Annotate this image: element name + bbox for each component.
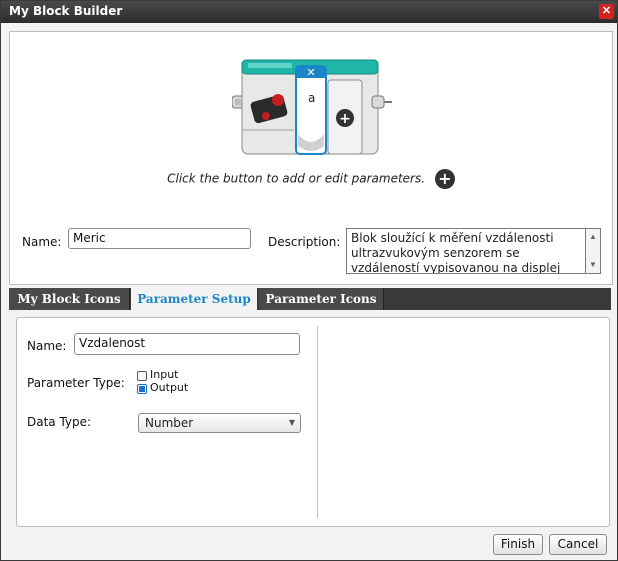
output-option-label: Output [150,381,189,394]
hint-text: Click the button to add or edit paramete… [167,171,426,186]
finish-button[interactable]: Finish [493,534,543,555]
parameter-name-label: Name: [27,339,67,353]
description-label: Description: [268,235,341,249]
chevron-down-icon: ▼ [288,418,295,427]
data-type-label: Data Type: [27,415,92,429]
name-label: Name: [22,235,62,249]
output-connector-icon [371,95,392,109]
data-type-value: Number [145,416,194,430]
tab-bar: My Block Icons Parameter Setup Parameter… [9,288,611,310]
add-parameter-slot: + [327,79,363,155]
data-type-select[interactable]: Number ▼ [138,413,301,433]
panel-divider [317,326,318,518]
svg-text:✕: ✕ [306,66,315,79]
scroll-up-icon[interactable]: ▲ [586,230,600,244]
parameter-name-input[interactable]: Vzdalenost [74,333,300,355]
output-checkbox[interactable] [137,384,147,394]
parameter-type-label: Parameter Type: [27,376,125,390]
parameter-slot-selected: ✕ [295,65,327,155]
close-button[interactable]: ✕ [599,4,614,19]
scroll-down-icon[interactable]: ▼ [586,258,600,272]
title-bar: My Block Builder ✕ [1,1,617,23]
tab-my-block-icons[interactable]: My Block Icons [9,288,130,310]
my-block-builder-dialog: My Block Builder ✕ ✕ + a Click the butto… [0,0,618,561]
tab-parameter-setup[interactable]: Parameter Setup [131,288,257,310]
block-parameter-label: a [308,91,316,105]
cancel-button[interactable]: Cancel [549,534,607,555]
block-preview-area: ✕ + a Click the button to add or edit pa… [9,31,613,285]
add-parameter-button[interactable]: + [434,169,455,189]
parameter-setup-panel: Name: Vzdalenost Parameter Type: Input O… [16,317,610,527]
window-title: My Block Builder [9,4,123,18]
block-name-input[interactable]: Meric [68,228,251,249]
input-checkbox[interactable] [137,371,147,381]
block-preview: ✕ + [232,59,392,155]
tab-parameter-icons[interactable]: Parameter Icons [259,288,384,310]
description-textarea[interactable]: Blok sloužící k měření vzdálenosti ultra… [346,228,586,274]
input-option-label: Input [150,368,179,381]
add-parameters-hint: Click the button to add or edit paramete… [10,169,612,189]
svg-text:+: + [339,111,351,127]
description-scrollbar[interactable]: ▲ ▼ [586,228,601,274]
